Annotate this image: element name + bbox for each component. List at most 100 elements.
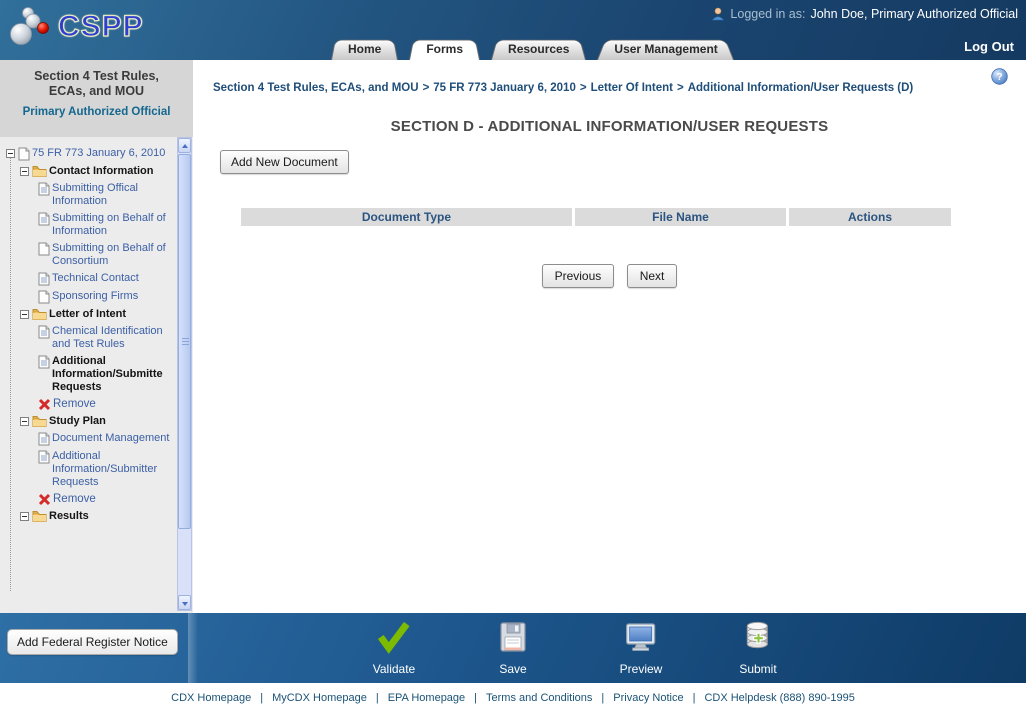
footer-link-terms-and-conditions[interactable]: Terms and Conditions (486, 692, 592, 704)
footer-link-epa-homepage[interactable]: EPA Homepage (388, 692, 465, 704)
logged-in-label: Logged in as: (730, 7, 806, 21)
tree-row: Contact Information (6, 165, 176, 178)
tree-item-chemical-identification-and-test-rules[interactable]: Chemical Identification and Test Rules (52, 325, 176, 351)
folder-icon (32, 165, 47, 177)
logged-in-user: John Doe, Primary Authorized Official (810, 7, 1018, 21)
sidebar-role-label: Primary Authorized Official (22, 106, 171, 118)
document-lines-icon (38, 182, 50, 196)
sidebar-title: Section 4 Test Rules, ECAs, and MOU (34, 69, 159, 98)
tree-row: Document Management (6, 432, 176, 446)
tree-item-submitting-on-behalf-of-information[interactable]: Submitting on Behalf of Information (52, 212, 176, 238)
tree-item-contact-information[interactable]: Contact Information (49, 165, 154, 178)
next-button[interactable]: Next (626, 264, 678, 288)
tree-item-sponsoring-firms[interactable]: Sponsoring Firms (52, 290, 138, 303)
tab-resources-label: Resources (508, 41, 570, 56)
tree-item-study-plan[interactable]: Study Plan (49, 415, 106, 428)
remove-icon[interactable] (38, 398, 51, 411)
collapse-expander-icon[interactable] (20, 512, 29, 521)
footer-link-mycdx-homepage[interactable]: MyCDX Homepage (272, 692, 367, 704)
column-header-file-name: File Name (574, 208, 787, 226)
logout-link[interactable]: Log Out (964, 39, 1014, 54)
help-icon[interactable]: ? (991, 68, 1008, 90)
pagination: Previous Next (193, 264, 1026, 288)
tree-row: 75 FR 773 January 6, 2010 (6, 147, 176, 161)
remove-icon[interactable] (38, 493, 51, 506)
tab-home-label: Home (348, 41, 382, 56)
breadcrumb-separator: > (579, 82, 587, 94)
breadcrumb-separator: > (677, 82, 684, 94)
tree-item-technical-contact[interactable]: Technical Contact (52, 272, 139, 285)
save-label: Save (499, 662, 527, 676)
document-lines-icon (38, 325, 50, 339)
database-add-icon (741, 620, 775, 654)
tree-item-75-fr-773[interactable]: 75 FR 773 January 6, 2010 (32, 147, 165, 160)
tree-row: Chemical Identification and Test Rules (6, 325, 176, 351)
submit-label: Submit (739, 662, 777, 676)
footer-link-cdx-helpdesk[interactable]: CDX Helpdesk (888) 890-1995 (704, 692, 854, 704)
document-lines-icon (38, 212, 50, 226)
document-icon (18, 147, 30, 161)
main-content: Section 4 Test Rules, ECAs, and MOU >75 F… (193, 60, 1026, 613)
page-title: SECTION D - ADDITIONAL INFORMATION/USER … (390, 118, 829, 135)
document-lines-icon (38, 432, 50, 446)
previous-button[interactable]: Previous (541, 264, 615, 288)
document-icon (38, 242, 50, 256)
add-new-document-button[interactable]: Add New Document (220, 150, 349, 174)
footer-links: CDX Homepage | MyCDX Homepage | EPA Homepage… (0, 683, 1026, 713)
sidebar-header: Section 4 Test Rules, ECAs, and MOU Prim… (0, 60, 193, 137)
tab-forms[interactable]: Forms (409, 37, 480, 60)
tree-item-submitting-offical-information[interactable]: Submitting Offical Information (52, 182, 176, 208)
checkmark-icon (376, 620, 412, 654)
breadcrumb-letter-of-intent[interactable]: Letter Of Intent (591, 82, 673, 94)
scrollbar-down-arrow[interactable] (178, 595, 191, 610)
document-lines-icon (38, 272, 50, 286)
column-header-actions: Actions (789, 208, 951, 226)
submit-button[interactable]: Submit (739, 620, 777, 676)
collapse-expander-icon[interactable] (20, 310, 29, 319)
tree-row: Remove (6, 398, 176, 411)
collapse-expander-icon[interactable] (6, 149, 15, 158)
tab-resources[interactable]: Resources (491, 37, 586, 60)
scrollbar-thumb[interactable] (178, 154, 191, 529)
tree-item-results[interactable]: Results (49, 510, 89, 523)
tree-item-remove-letter-of-intent[interactable]: Remove (53, 398, 96, 411)
scrollbar-up-arrow[interactable] (178, 138, 191, 153)
navigation-tree: 75 FR 773 January 6, 2010 Contact Inform… (0, 137, 178, 613)
breadcrumb-separator: > (422, 82, 430, 94)
tree-item-additional-information-submitter-requests-current[interactable]: Additional Information/Submitte Requests (52, 355, 176, 394)
logged-in-status: Logged in as: John Doe, Primary Authoriz… (711, 7, 1018, 21)
column-header-document-type: Document Type (241, 208, 572, 226)
sidebar-scrollbar[interactable] (177, 137, 192, 611)
breadcrumb-75-fr-773[interactable]: 75 FR 773 January 6, 2010 (433, 82, 576, 94)
add-federal-register-notice-button[interactable]: Add Federal Register Notice (7, 629, 178, 655)
collapse-expander-icon[interactable] (20, 167, 29, 176)
validate-button[interactable]: Validate (373, 620, 415, 676)
tree-item-letter-of-intent[interactable]: Letter of Intent (49, 308, 126, 321)
tree-row: Letter of Intent (6, 308, 176, 321)
primary-nav-tabs: Home Forms Resources User Management (331, 37, 735, 60)
tree-row: Submitting on Behalf of Consortium (6, 242, 176, 268)
collapse-expander-icon[interactable] (20, 417, 29, 426)
tree-item-additional-information-submitter-requests-study-plan[interactable]: Additional Information/Submitter Request… (52, 450, 176, 489)
footer-link-cdx-homepage[interactable]: CDX Homepage (171, 692, 251, 704)
save-button[interactable]: Save (499, 620, 527, 676)
cspp-logo: CSPP (8, 5, 144, 49)
tab-user-management[interactable]: User Management (597, 37, 734, 60)
action-toolbar: Add Federal Register Notice Validate Sav… (0, 613, 1026, 683)
tree-item-document-management[interactable]: Document Management (52, 432, 169, 445)
app-header: CSPP Logged in as: John Doe, Primary Aut… (0, 0, 1026, 60)
footer-separator: | (601, 692, 605, 704)
tab-home[interactable]: Home (331, 37, 398, 60)
document-icon (38, 290, 50, 304)
preview-button[interactable]: Preview (620, 620, 662, 676)
logo-text: CSPP (57, 9, 144, 43)
breadcrumb-section-4[interactable]: Section 4 Test Rules, ECAs, and MOU (213, 82, 419, 94)
tree-item-remove-study-plan[interactable]: Remove (53, 493, 96, 506)
tab-forms-label: Forms (426, 41, 464, 56)
tree-row: Study Plan (6, 415, 176, 428)
breadcrumb-additional-information[interactable]: Additional Information/User Requests (D) (688, 82, 914, 94)
footer-link-privacy-notice[interactable]: Privacy Notice (613, 692, 683, 704)
document-lines-icon (38, 355, 50, 369)
floppy-icon (499, 620, 527, 654)
tree-item-submitting-on-behalf-of-consortium[interactable]: Submitting on Behalf of Consortium (52, 242, 176, 268)
